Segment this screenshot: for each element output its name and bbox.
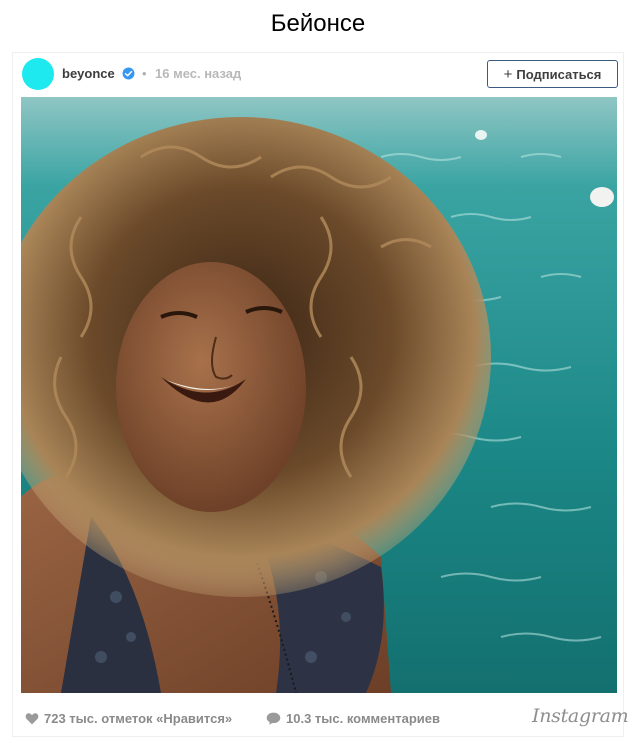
follow-button[interactable]: + Подписаться [487, 60, 618, 88]
heart-icon [25, 713, 39, 725]
post-photo[interactable] [21, 97, 617, 693]
speech-bubble-icon [266, 712, 281, 725]
post-footer: 723 тыс. отметок «Нравится» 10.3 тыс. ко… [13, 699, 629, 737]
likes-text: 723 тыс. отметок «Нравится» [44, 711, 233, 726]
separator-dot: • [142, 66, 147, 81]
instagram-post: beyonce • 16 мес. назад + Подписаться 72… [12, 52, 629, 737]
avatar[interactable] [22, 58, 54, 90]
post-header: beyonce • 16 мес. назад + Подписаться [13, 53, 625, 97]
post-timestamp[interactable]: 16 мес. назад [155, 66, 241, 81]
page-title: Бейонсе [270, 10, 366, 37]
comments-text: 10.3 тыс. комментариев [286, 711, 441, 726]
plus-icon: + [503, 65, 513, 83]
verified-badge-icon [122, 67, 135, 80]
username[interactable]: beyonce [62, 66, 115, 81]
instagram-logo[interactable]: Instagram [532, 705, 629, 727]
comments-count[interactable]: 10.3 тыс. комментариев [266, 711, 440, 726]
follow-button-label: Подписаться [516, 66, 602, 82]
likes-count[interactable]: 723 тыс. отметок «Нравится» [25, 711, 232, 726]
